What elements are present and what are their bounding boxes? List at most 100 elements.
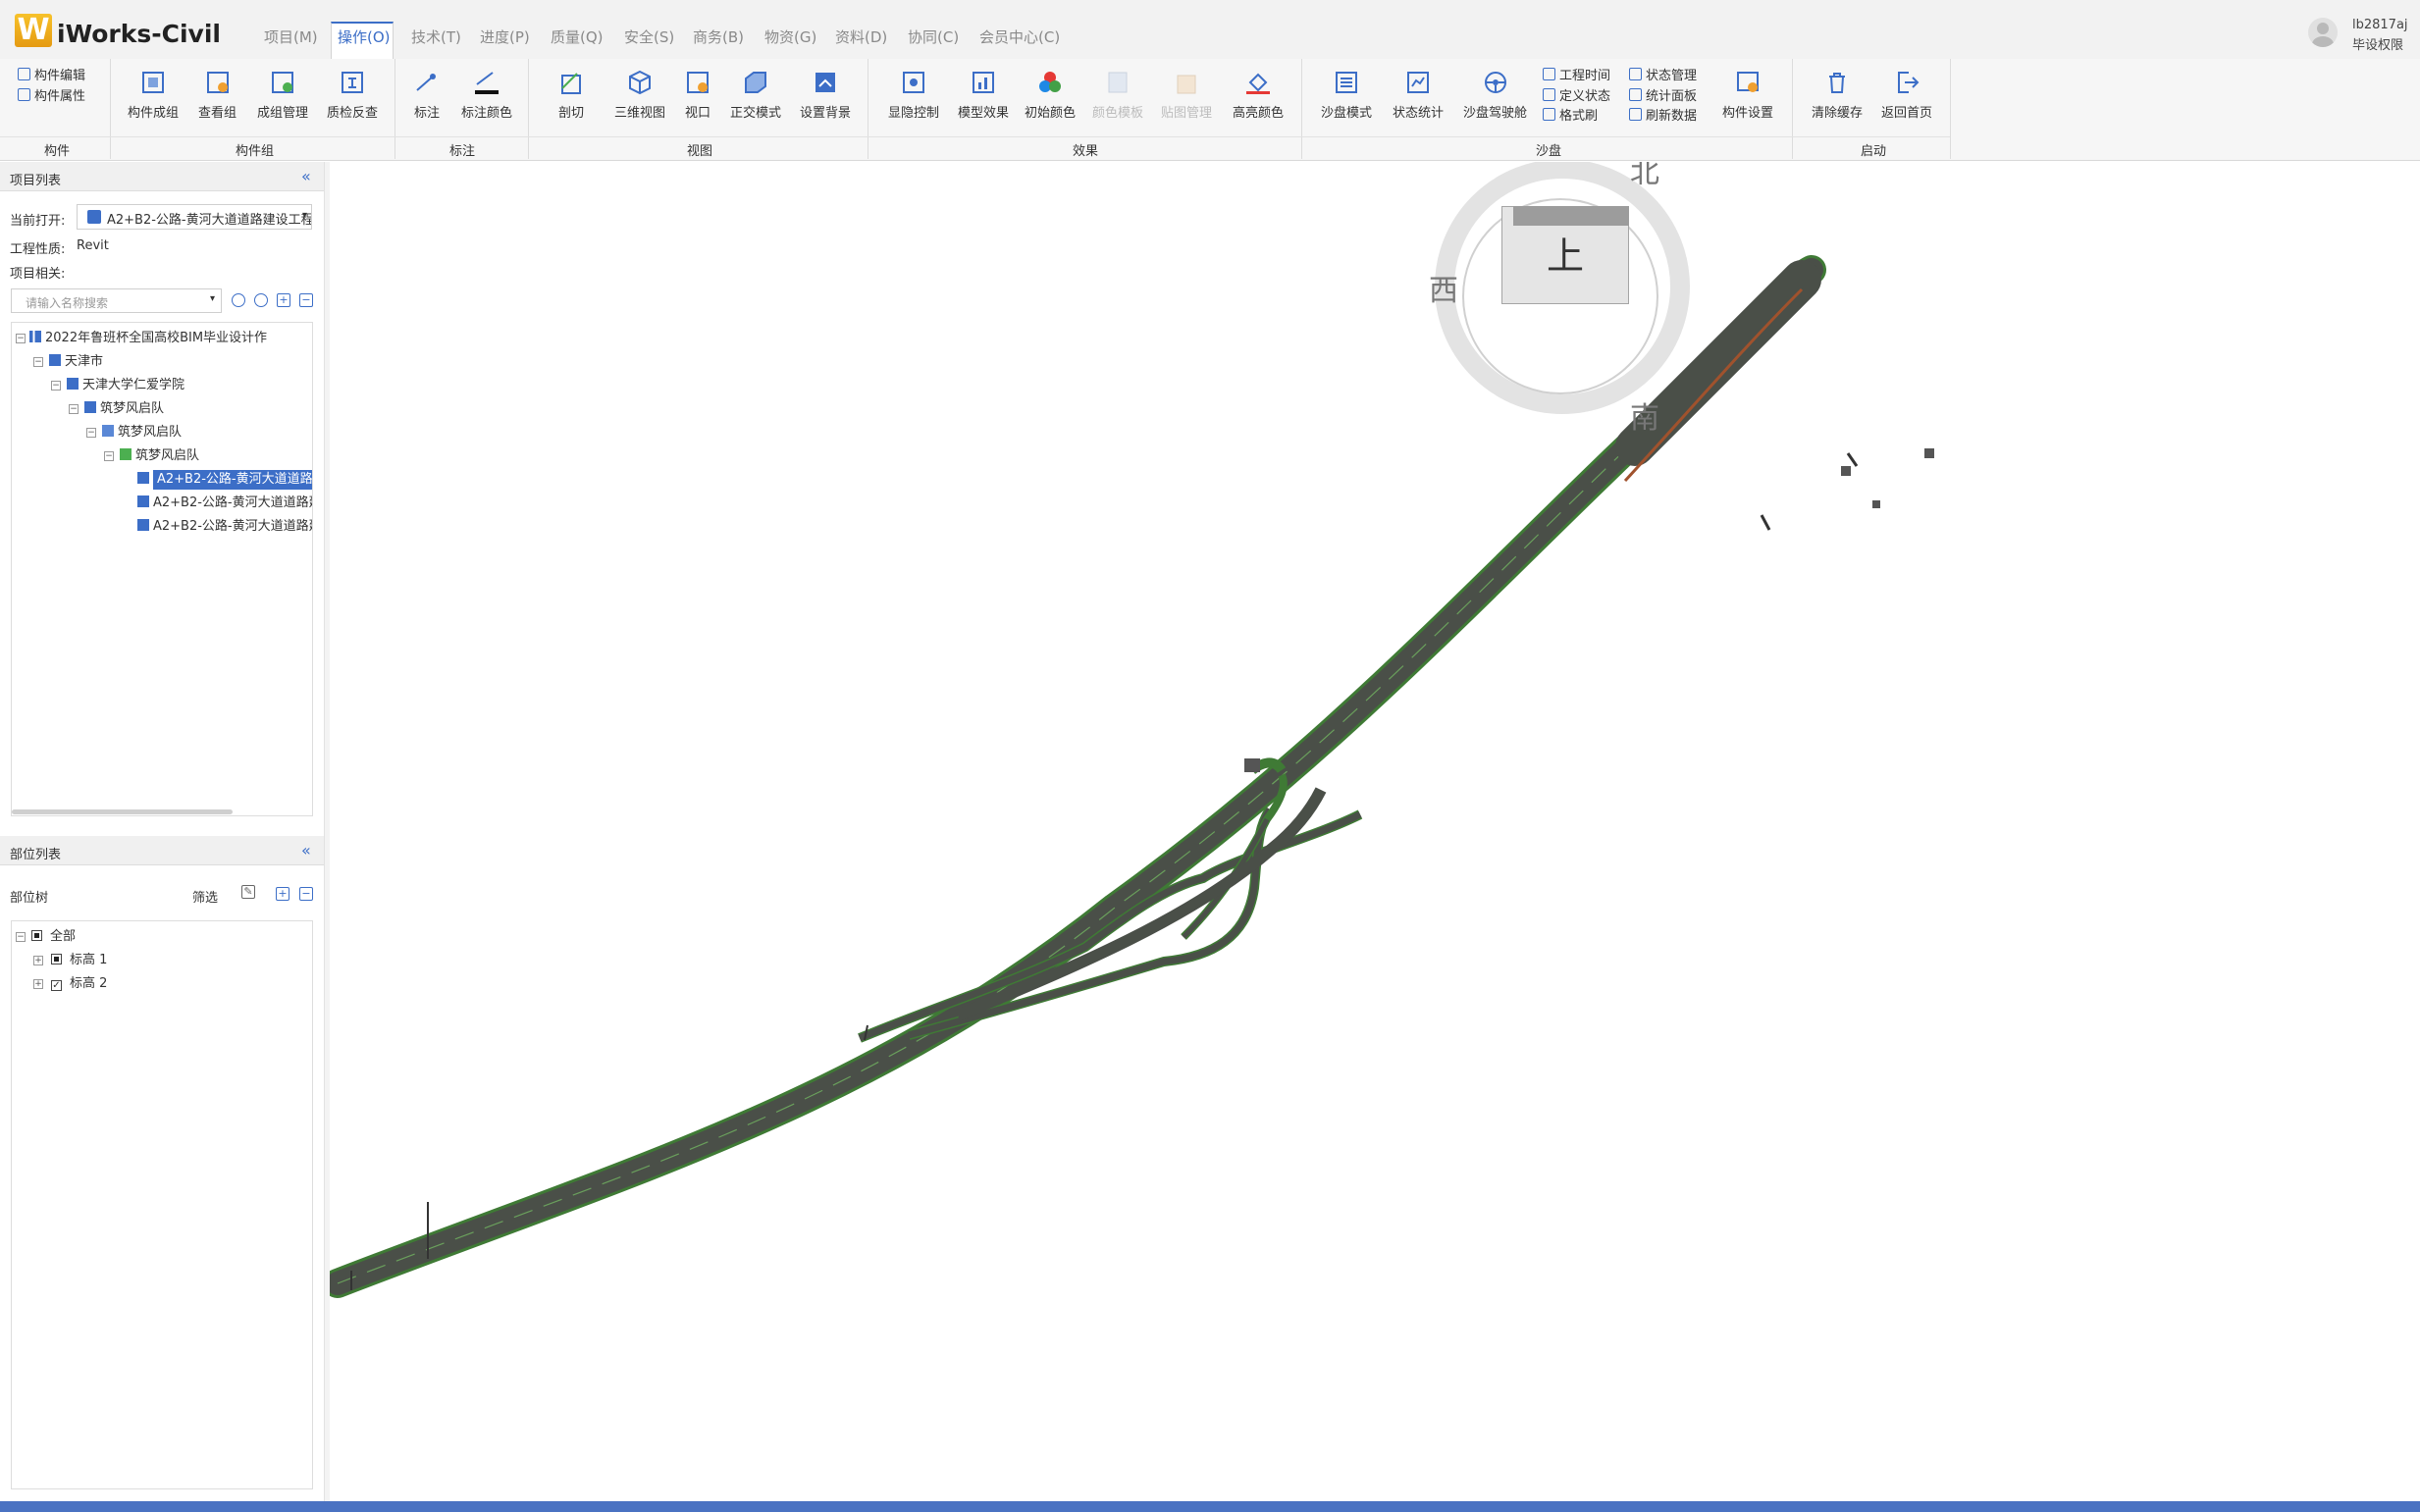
expand-all-icon[interactable]: + (277, 293, 290, 307)
road-model[interactable] (330, 162, 2420, 1501)
tree-toggle[interactable]: − (69, 404, 79, 414)
tree-node-road-project[interactable]: A2+B2-公路-黄河大道道路建设 (137, 470, 312, 490)
manage-group-button[interactable]: 成组管理 (257, 69, 308, 121)
compass-south-label[interactable]: 南 (1630, 393, 1659, 437)
tree-node[interactable]: 天津市 (49, 352, 103, 372)
annotate-button[interactable]: 标注 (413, 69, 441, 121)
component-props-button[interactable]: 构件属性 (18, 85, 85, 104)
set-background-button[interactable]: 设置背景 (800, 69, 851, 121)
stats-panel-button[interactable]: 统计面板 (1629, 85, 1697, 104)
viewport-button[interactable]: 视口 (684, 69, 711, 121)
refresh-data-button[interactable]: 刷新数据 (1629, 105, 1697, 124)
avatar[interactable] (2308, 18, 2338, 47)
search-input[interactable]: 请输入名称搜索 ▾ (11, 288, 222, 313)
collapse-icon[interactable]: « (301, 167, 311, 185)
3d-view-button[interactable]: 三维视图 (614, 69, 665, 121)
expand-all-icon[interactable]: + (276, 887, 289, 901)
nature-label: 工程性质: (10, 242, 66, 257)
return-home-button[interactable]: 返回首页 (1881, 69, 1932, 121)
part-tree: − 全部 + 标高 1 + ✓ 标高 2 (11, 920, 313, 1489)
view-cube[interactable]: 上 (1435, 162, 1690, 414)
quality-check-button[interactable]: 质检反查 (327, 69, 378, 121)
part-panel-title: 部位列表 (10, 848, 62, 862)
tree-toggle[interactable]: − (86, 428, 96, 438)
menu-business[interactable]: 商务(B) (693, 26, 744, 47)
annotate-color-button[interactable]: 标注颜色 (461, 69, 512, 121)
tree-node[interactable]: 筑梦风启队 (102, 423, 182, 443)
sandtable-cockpit-button[interactable]: 沙盘驾驶舱 (1463, 69, 1527, 121)
group-label-annotation: 标注 (449, 144, 476, 159)
compass-north-label[interactable]: 北 (1630, 162, 1659, 191)
edit-icon[interactable]: ✎ (241, 885, 255, 899)
tree-toggle[interactable]: + (33, 979, 43, 989)
menu-materials[interactable]: 物资(G) (764, 26, 816, 47)
user-name[interactable]: lb2817aj (2352, 18, 2408, 32)
tree-toggle[interactable]: − (16, 334, 26, 343)
part-node-level[interactable]: 标高 1 (51, 951, 107, 970)
tree-toggle[interactable]: − (51, 381, 61, 391)
clear-cache-button[interactable]: 清除缓存 (1812, 69, 1863, 121)
tree-node-road-project[interactable]: A2+B2-公路-黄河大道道路建设 (137, 517, 312, 537)
component-settings-button[interactable]: 构件设置 (1722, 69, 1773, 121)
user-role: 毕设权限 (2352, 38, 2404, 53)
tree-node[interactable]: 2022年鲁班杯全国高校BIM毕业设计作 (29, 329, 267, 348)
compass-west-label[interactable]: 西 (1429, 266, 1458, 309)
define-status-button[interactable]: 定义状态 (1543, 85, 1610, 104)
view-group-icon (206, 72, 229, 93)
group-label-component: 构件 (44, 144, 71, 159)
tree-node[interactable]: 筑梦风启队 (84, 399, 164, 419)
collapse-all-icon[interactable]: − (299, 887, 313, 901)
part-tree-label: 部位树 (10, 891, 49, 906)
collapse-icon[interactable]: « (301, 841, 311, 860)
project-panel-title: 项目列表 (10, 174, 62, 188)
status-manage-button[interactable]: 状态管理 (1629, 65, 1697, 83)
menu-operation[interactable]: 操作(O) (338, 26, 391, 47)
sandtable-mode-button[interactable]: 沙盘模式 (1321, 69, 1372, 121)
group-label-effect: 效果 (1073, 144, 1099, 159)
component-edit-button[interactable]: 构件编辑 (18, 65, 85, 83)
refresh-icon[interactable] (232, 293, 245, 307)
top-bar: W iWorks-Civil 项目(M) 操作(O) 技术(T) 进度(P) 质… (0, 0, 2420, 59)
menu-collab[interactable]: 协同(C) (908, 26, 959, 47)
menu-progress[interactable]: 进度(P) (480, 26, 530, 47)
horizontal-scrollbar[interactable] (12, 809, 233, 814)
tree-node[interactable]: 天津大学仁爱学院 (67, 376, 184, 395)
menu-quality[interactable]: 质量(Q) (551, 26, 604, 47)
menu-member[interactable]: 会员中心(C) (979, 26, 1060, 47)
chevron-down-icon[interactable]: ▾ (210, 293, 215, 304)
highlight-color-button[interactable]: 高亮颜色 (1233, 69, 1284, 121)
format-brush-button[interactable]: 格式刷 (1543, 105, 1598, 124)
filter-button[interactable]: 筛选 (192, 887, 218, 906)
tree-node-road-project[interactable]: A2+B2-公路-黄河大道道路建设 (137, 494, 312, 513)
ortho-mode-button[interactable]: 正交模式 (730, 69, 781, 121)
make-group-button[interactable]: 构件成组 (128, 69, 179, 121)
project-select[interactable]: A2+B2-公路-黄河大道道路建设工程 ▾ (77, 204, 312, 230)
status-stats-button[interactable]: 状态统计 (1393, 69, 1444, 121)
model-effect-button[interactable]: 模型效果 (958, 69, 1009, 121)
visibility-control-button[interactable]: 显隐控制 (888, 69, 939, 121)
tree-node[interactable]: 筑梦风启队 (120, 446, 199, 466)
model-viewport[interactable]: 上 北 西 南 (330, 162, 2420, 1501)
view-group-button[interactable]: 查看组 (198, 69, 237, 121)
ribbon-separator (1950, 59, 1951, 159)
part-node-level[interactable]: ✓ 标高 2 (51, 974, 107, 994)
properties-icon (18, 88, 30, 101)
menu-tech[interactable]: 技术(T) (411, 26, 461, 47)
tree-toggle[interactable]: − (104, 451, 114, 461)
menu-project[interactable]: 项目(M) (264, 26, 318, 47)
tree-toggle[interactable]: − (33, 357, 43, 367)
tree-toggle[interactable]: + (33, 956, 43, 965)
collapse-all-icon[interactable]: − (299, 293, 313, 307)
project-time-button[interactable]: 工程时间 (1543, 65, 1610, 83)
checkbox-partial[interactable] (31, 930, 42, 941)
initial-color-button[interactable]: 初始颜色 (1025, 69, 1076, 121)
menu-safety[interactable]: 安全(S) (624, 26, 674, 47)
project-panel-header: 项目列表 (0, 162, 324, 191)
section-button[interactable]: 剖切 (557, 69, 585, 121)
part-node-all[interactable]: 全部 (31, 927, 76, 947)
gear-icon[interactable] (254, 293, 268, 307)
tree-toggle[interactable]: − (16, 932, 26, 942)
checkbox-checked[interactable]: ✓ (51, 980, 62, 991)
checkbox-partial[interactable] (51, 954, 62, 965)
menu-documents[interactable]: 资料(D) (835, 26, 887, 47)
